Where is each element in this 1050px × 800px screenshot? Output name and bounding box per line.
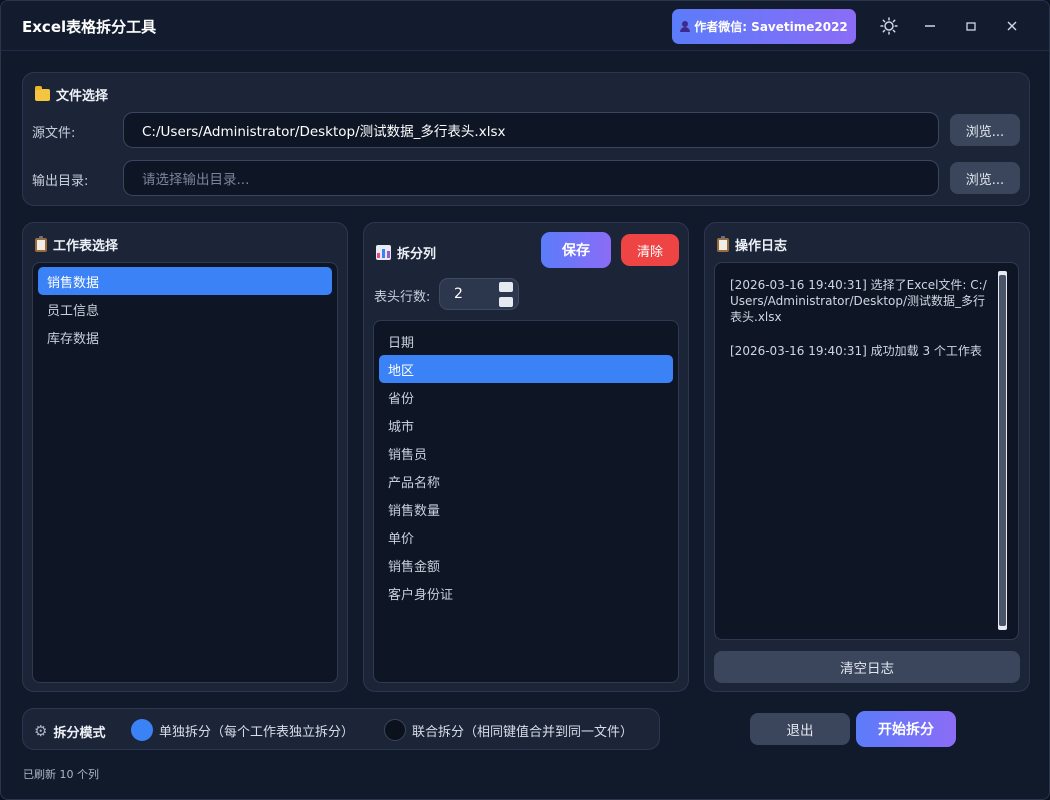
title-bar: Excel表格拆分工具 作者微信: Savetime2022 xyxy=(1,1,1049,51)
column-item[interactable]: 日期 xyxy=(379,327,673,355)
author-wechat-label: 作者微信: Savetime2022 xyxy=(694,20,848,34)
source-file-label: 源文件: xyxy=(32,126,76,141)
status-bar: 已刷新 10 个列 xyxy=(23,768,99,781)
browse-output-button[interactable]: 浏览... xyxy=(950,162,1020,194)
author-wechat-button[interactable]: 作者微信: Savetime2022 xyxy=(672,9,856,44)
column-item[interactable]: 销售金额 xyxy=(379,551,673,579)
save-button[interactable]: 保存 xyxy=(541,232,611,268)
browse-source-button[interactable]: 浏览... xyxy=(950,114,1020,146)
sun-icon[interactable] xyxy=(876,13,902,39)
log-line: [2026-03-16 19:40:31] 成功加载 3 个工作表 xyxy=(730,344,982,358)
source-file-input[interactable]: C:/Users/Administrator/Desktop/测试数据_多行表头… xyxy=(123,112,939,148)
column-item[interactable]: 城市 xyxy=(379,411,673,439)
column-item[interactable]: 单价 xyxy=(379,523,673,551)
log-output[interactable]: [2026-03-16 19:40:31] 选择了Excel文件: C:/Use… xyxy=(714,262,1019,640)
output-dir-label: 输出目录: xyxy=(32,174,89,189)
mode-separate-radio[interactable] xyxy=(131,719,153,741)
column-list[interactable]: 日期 地区 省份 城市 销售员 产品名称 销售数量 单价 销售金额 客户身份证 xyxy=(373,320,679,683)
app-title: Excel表格拆分工具 xyxy=(22,18,157,36)
split-mode-panel: ⚙ 拆分模式 单独拆分（每个工作表独立拆分） 联合拆分（相同键值合并到同一文件） xyxy=(22,708,660,750)
column-item[interactable]: 销售员 xyxy=(379,439,673,467)
header-rows-stepper[interactable]: 2 xyxy=(439,278,519,310)
column-item[interactable]: 地区 xyxy=(379,355,673,383)
mode-combined-radio[interactable] xyxy=(384,719,406,741)
clear-log-button[interactable]: 清空日志 xyxy=(714,651,1020,683)
column-item[interactable]: 客户身份证 xyxy=(379,579,673,607)
exit-button[interactable]: 退出 xyxy=(750,713,850,745)
sheet-item[interactable]: 库存数据 xyxy=(38,323,332,351)
log-title-text: 操作日志 xyxy=(735,239,788,254)
mode-separate-label[interactable]: 单独拆分（每个工作表独立拆分） xyxy=(159,721,354,740)
close-icon[interactable] xyxy=(999,13,1025,39)
sheet-list[interactable]: 销售数据 员工信息 库存数据 xyxy=(32,262,338,683)
column-item[interactable]: 产品名称 xyxy=(379,467,673,495)
start-split-button[interactable]: 开始拆分 xyxy=(856,711,956,747)
minimize-icon[interactable] xyxy=(917,13,943,39)
mode-combined-label[interactable]: 联合拆分（相同键值合并到同一文件） xyxy=(412,721,633,740)
split-mode-title-text: 拆分模式 xyxy=(53,726,106,741)
sheet-selection-title-text: 工作表选择 xyxy=(53,239,119,254)
sheet-item[interactable]: 销售数据 xyxy=(38,267,332,295)
split-column-title-text: 拆分列 xyxy=(397,247,437,262)
maximize-icon[interactable] xyxy=(958,13,984,39)
app-window: Excel表格拆分工具 作者微信: Savetime2022 文件选择 源文件:… xyxy=(0,0,1050,800)
file-selection-title: 文件选择 xyxy=(35,85,108,104)
column-item[interactable]: 省份 xyxy=(379,383,673,411)
bar-chart-icon xyxy=(376,245,391,260)
log-scrollbar[interactable] xyxy=(998,271,1007,630)
stepper-down-icon[interactable] xyxy=(499,297,513,307)
folder-icon xyxy=(35,85,50,101)
column-item[interactable]: 销售数量 xyxy=(379,495,673,523)
log-scrollbar-thumb[interactable] xyxy=(999,275,1006,626)
sheet-item[interactable]: 员工信息 xyxy=(38,295,332,323)
person-icon xyxy=(680,21,691,32)
header-rows-value: 2 xyxy=(454,286,463,302)
gear-icon: ⚙ xyxy=(34,722,48,740)
split-column-title: 拆分列 xyxy=(376,243,436,262)
stepper-up-icon[interactable] xyxy=(499,282,513,292)
log-title: 操作日志 xyxy=(717,235,787,254)
header-rows-label: 表头行数: xyxy=(374,290,431,305)
clipboard-icon xyxy=(35,235,47,252)
sheet-selection-title: 工作表选择 xyxy=(35,235,118,254)
output-dir-input[interactable]: 请选择输出目录... xyxy=(123,160,939,196)
clipboard-icon xyxy=(717,235,729,252)
log-line: [2026-03-16 19:40:31] 选择了Excel文件: C:/Use… xyxy=(730,278,987,324)
split-mode-title: ⚙ 拆分模式 xyxy=(34,722,106,742)
clear-button[interactable]: 清除 xyxy=(621,234,679,266)
file-selection-title-text: 文件选择 xyxy=(56,89,109,104)
